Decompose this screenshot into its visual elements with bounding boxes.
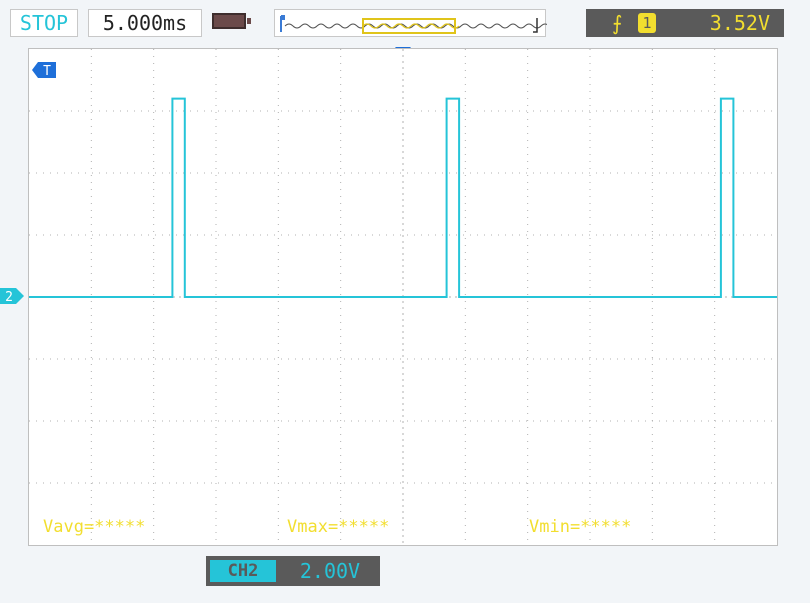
trigger-marker-label: T (43, 64, 51, 78)
measurement-vmin: Vmin=***** (529, 517, 632, 537)
trigger-source: 1 (638, 13, 656, 33)
top-status-bar: STOP 5.000ms ⨍ 1 3.52V (0, 0, 810, 42)
measurement-vmax: Vmax=***** (287, 517, 390, 537)
timebase-readout[interactable]: 5.000ms (88, 9, 202, 37)
memory-position-bar[interactable] (274, 9, 550, 37)
waveform-overview-icon (280, 15, 550, 34)
channel-marker-label: 2 (5, 290, 13, 304)
channel-settings[interactable]: CH2 2.00V (206, 556, 380, 586)
trigger-level: 3.52V (709, 11, 770, 35)
battery-icon (212, 13, 251, 29)
channel-scale: 2.00V (299, 559, 361, 583)
trigger-marker-icon[interactable]: T (32, 62, 56, 78)
waveform-display[interactable]: Vavg=***** Vmax=***** Vmin=***** (28, 48, 778, 546)
trigger-edge-icon: ⨍ (612, 11, 623, 35)
measurement-vavg: Vavg=***** (43, 517, 146, 537)
channel-marker-icon[interactable]: 2 (0, 288, 24, 304)
trigger-panel[interactable]: ⨍ 1 3.52V (586, 9, 784, 37)
channel-label: CH2 (210, 560, 276, 582)
run-state-indicator[interactable]: STOP (10, 9, 78, 37)
waveform-plot (29, 49, 777, 545)
